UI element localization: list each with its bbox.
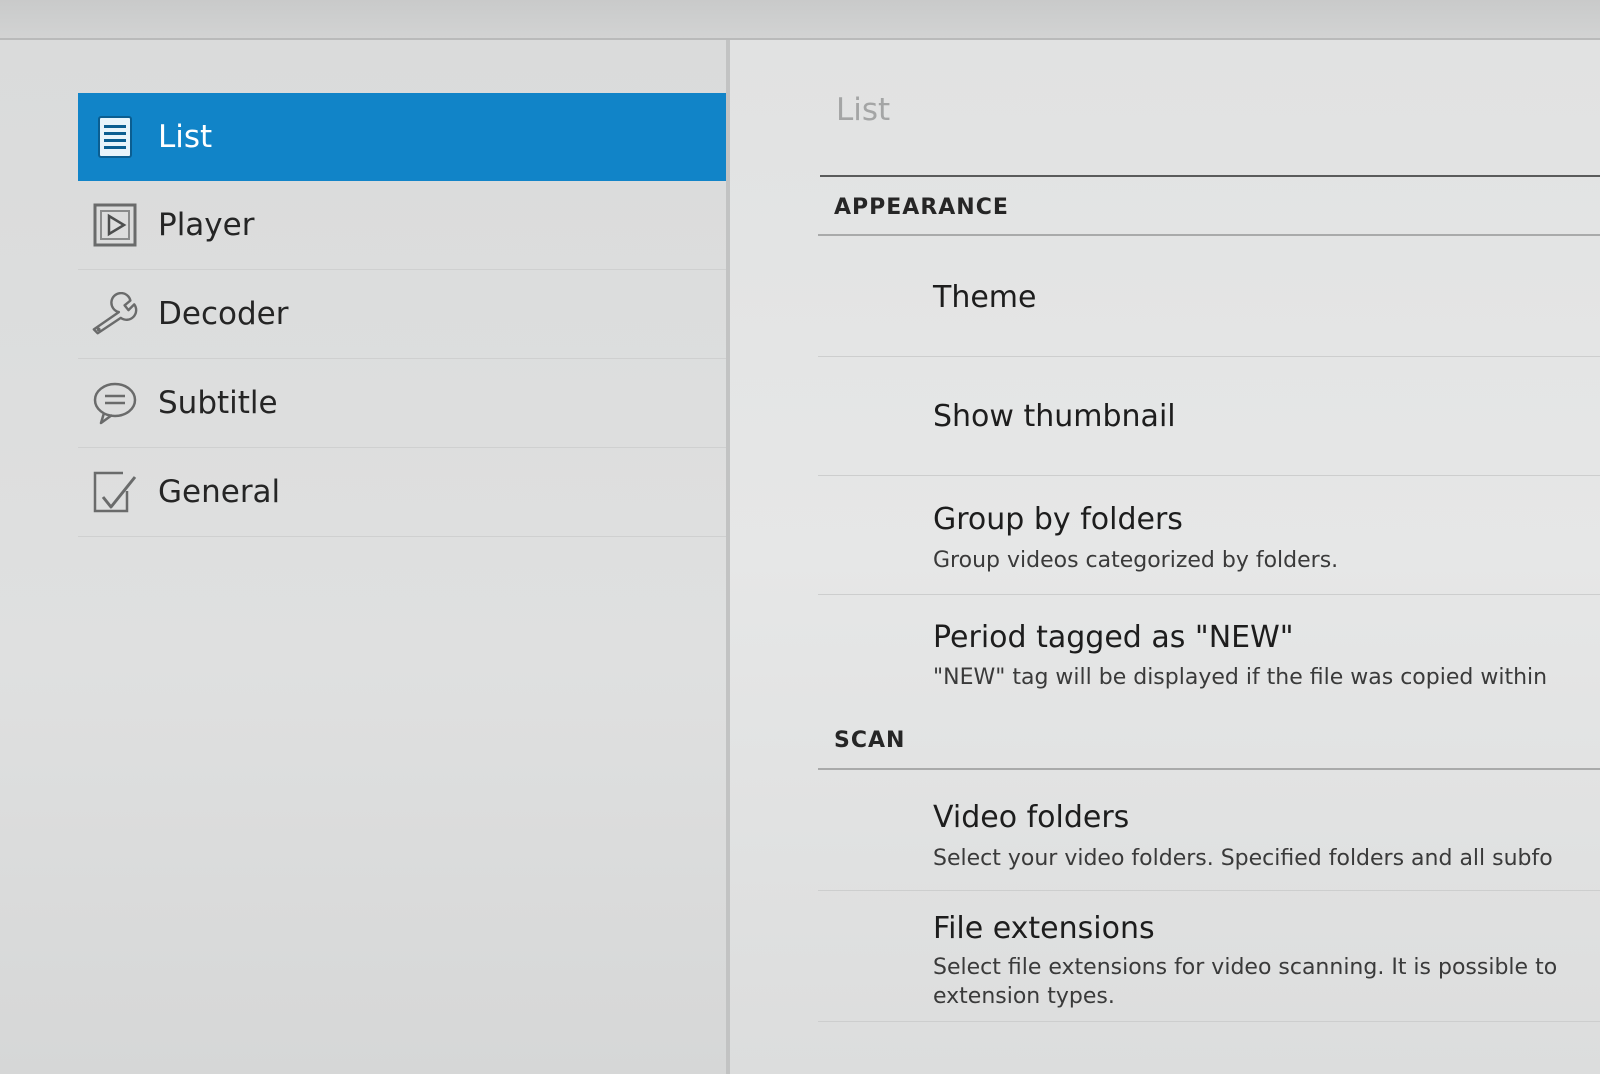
- list-icon: [90, 112, 140, 162]
- pref-period-tagged-new[interactable]: Period tagged as "NEW" "NEW" tag will be…: [818, 595, 1600, 713]
- sidebar-item-decoder[interactable]: Decoder: [78, 270, 726, 359]
- sidebar-item-label: Decoder: [158, 296, 289, 332]
- section-header-label: SCAN: [834, 728, 906, 753]
- sidebar-item-label: Player: [158, 207, 255, 243]
- sidebar-item-label: General: [158, 474, 281, 510]
- top-bar: [0, 0, 1600, 40]
- sidebar-item-label: Subtitle: [158, 385, 278, 421]
- title-divider: [820, 175, 1600, 177]
- pref-title: Video folders: [933, 800, 1130, 835]
- sidebar-item-label: List: [158, 119, 213, 155]
- wrench-icon: [90, 289, 140, 339]
- pref-summary: Select file extensions for video scannin…: [933, 955, 1558, 1009]
- pref-video-folders[interactable]: Video folders Select your video folders.…: [818, 772, 1600, 891]
- settings-category-list: List Player Decoder Subtitle General: [78, 93, 726, 537]
- speech-bubble-icon: [90, 378, 140, 428]
- pref-file-extensions[interactable]: File extensions Select file extensions f…: [818, 891, 1600, 1022]
- sidebar-item-general[interactable]: General: [78, 448, 726, 537]
- pref-summary: Select your video folders. Specified fol…: [933, 846, 1553, 871]
- pref-theme[interactable]: Theme: [818, 238, 1600, 357]
- pref-group-by-folders[interactable]: Group by folders Group videos categorize…: [818, 476, 1600, 595]
- section-header-label: APPEARANCE: [834, 195, 1009, 220]
- pref-title: File extensions: [933, 911, 1155, 946]
- pref-summary: Group videos categorized by folders.: [933, 548, 1339, 573]
- section-header-scan: SCAN: [820, 728, 1600, 753]
- sidebar-item-list[interactable]: List: [78, 93, 726, 181]
- section-divider: [818, 768, 1600, 770]
- section-header-appearance: APPEARANCE: [820, 195, 1600, 220]
- sidebar-item-player[interactable]: Player: [78, 181, 726, 270]
- pref-summary: "NEW" tag will be displayed if the file …: [933, 665, 1548, 690]
- pref-title: Group by folders: [933, 502, 1183, 537]
- sidebar-item-subtitle[interactable]: Subtitle: [78, 359, 726, 448]
- pref-title: Theme: [933, 280, 1037, 315]
- page-title: List: [836, 92, 891, 128]
- pref-title: Show thumbnail: [933, 399, 1176, 434]
- play-icon: [90, 200, 140, 250]
- checkbox-icon: [90, 467, 140, 517]
- section-divider: [818, 234, 1600, 236]
- pref-title: Period tagged as "NEW": [933, 620, 1294, 655]
- pref-show-thumbnail[interactable]: Show thumbnail: [818, 357, 1600, 476]
